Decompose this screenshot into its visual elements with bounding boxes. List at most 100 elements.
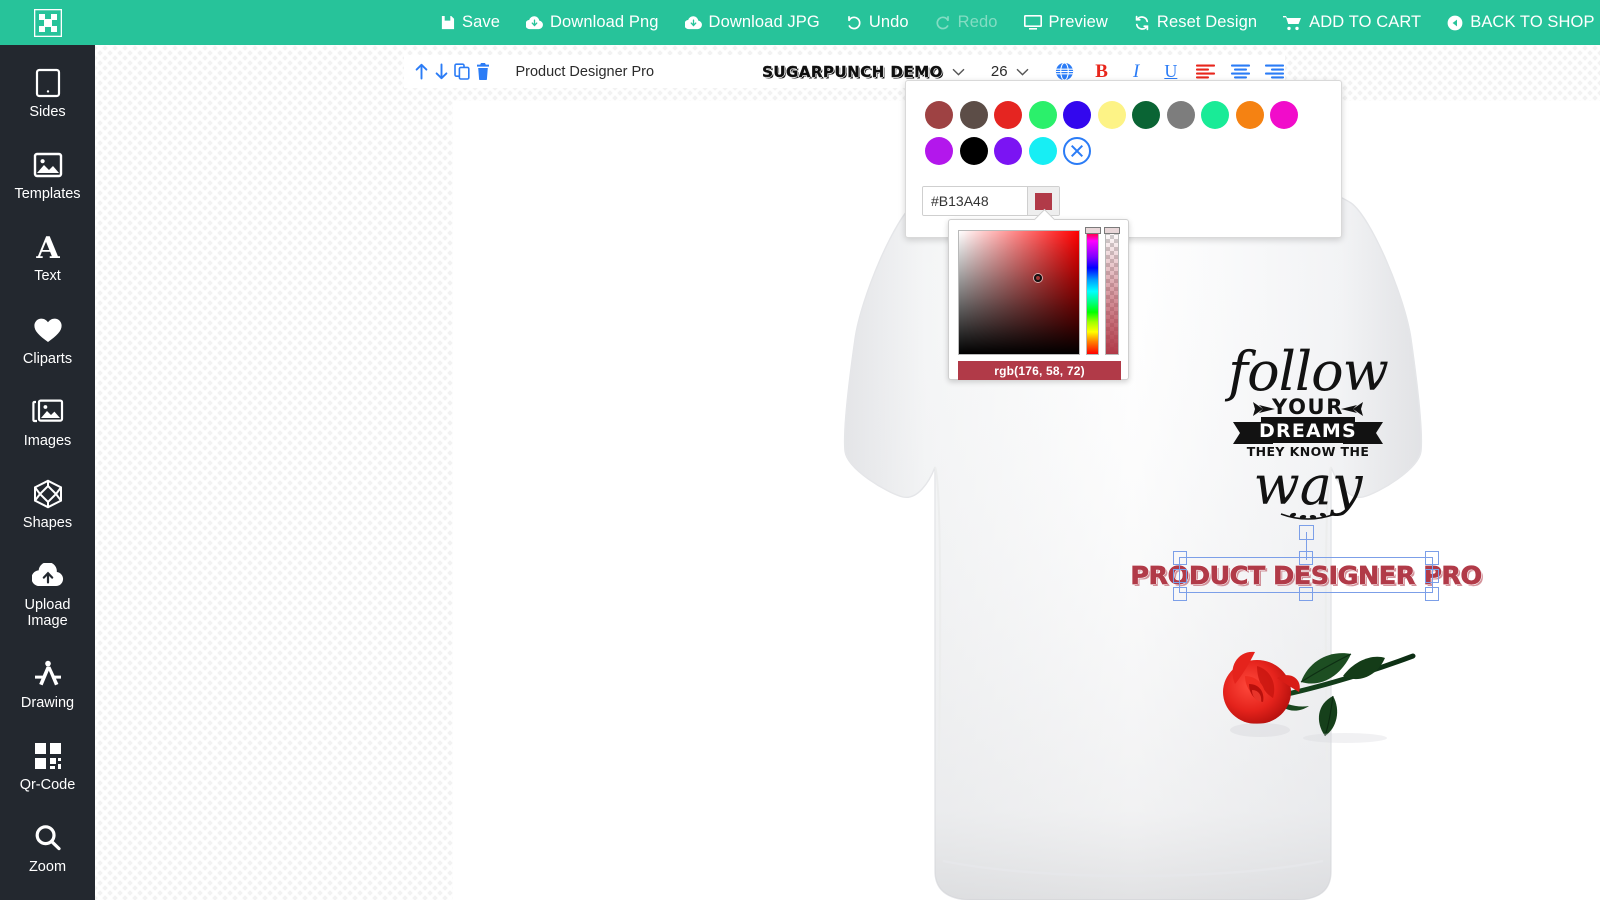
app-logo[interactable] bbox=[0, 0, 95, 45]
color-picker-panel[interactable] bbox=[905, 80, 1342, 238]
resize-handle-tl[interactable] bbox=[1173, 551, 1187, 565]
color-swatch[interactable] bbox=[1166, 101, 1195, 129]
sidebar-item-sides[interactable]: Sides bbox=[0, 57, 95, 129]
save-icon bbox=[440, 15, 455, 30]
resize-handle-tc[interactable] bbox=[1299, 551, 1313, 565]
font-size-select[interactable]: 26 bbox=[991, 63, 1029, 80]
swatch-cell bbox=[1198, 97, 1233, 133]
resize-handle-bc[interactable] bbox=[1299, 587, 1313, 601]
no-color-swatch[interactable] bbox=[1063, 137, 1092, 165]
sidebar-item-label: Images bbox=[23, 432, 72, 449]
svg-text:DREAMS: DREAMS bbox=[1259, 420, 1357, 442]
color-preview-swatch bbox=[1035, 192, 1052, 210]
save-button[interactable]: Save bbox=[440, 13, 500, 32]
qr-code-icon bbox=[34, 739, 62, 773]
text-content-input[interactable]: Product Designer Pro bbox=[515, 64, 654, 80]
download-png-button[interactable]: Download Png bbox=[526, 13, 659, 32]
top-toolbar: Save Download Png Download JPG Undo Redo… bbox=[0, 0, 1600, 45]
color-swatch[interactable] bbox=[1097, 101, 1126, 129]
chevron-down-icon bbox=[952, 65, 965, 78]
color-swatch[interactable] bbox=[1063, 101, 1092, 129]
sidebar-item-text[interactable]: A Text bbox=[0, 221, 95, 293]
copy-icon bbox=[454, 63, 471, 80]
align-left-icon bbox=[1195, 64, 1215, 79]
font-family-select[interactable]: SUGARPUNCH DEMO bbox=[762, 62, 965, 81]
layer-down-button[interactable] bbox=[432, 55, 453, 88]
picture-icon bbox=[33, 148, 63, 182]
spectrum-color-picker[interactable]: rgb(176, 58, 72) bbox=[948, 219, 1129, 380]
sidebar-item-qr-code[interactable]: Qr-Code bbox=[0, 730, 95, 802]
arrow-up-icon bbox=[414, 63, 429, 80]
alpha-slider[interactable] bbox=[1104, 227, 1121, 355]
saturation-value-area[interactable] bbox=[958, 230, 1080, 355]
color-swatch[interactable] bbox=[1028, 137, 1057, 165]
design-stage[interactable]: L follow YOUR DREAMS bbox=[95, 45, 1600, 900]
preview-button[interactable]: Preview bbox=[1023, 13, 1108, 32]
rgb-readout: rgb(176, 58, 72) bbox=[958, 361, 1121, 380]
resize-handle-ml[interactable] bbox=[1173, 569, 1187, 583]
download-jpg-label: Download JPG bbox=[708, 13, 820, 31]
svg-text:follow: follow bbox=[1224, 340, 1389, 403]
color-swatch[interactable] bbox=[1028, 101, 1057, 129]
trash-icon bbox=[476, 63, 490, 80]
undo-label: Undo bbox=[868, 13, 909, 31]
delete-button[interactable] bbox=[473, 55, 494, 88]
alpha-slider-thumb[interactable] bbox=[1104, 227, 1121, 234]
redo-button[interactable]: Redo bbox=[935, 13, 998, 32]
sidebar-item-label: Shapes bbox=[22, 515, 73, 532]
sidebar-item-upload-image[interactable]: Upload Image bbox=[0, 550, 95, 637]
color-swatch-grid bbox=[922, 97, 1327, 169]
color-swatch[interactable] bbox=[925, 137, 954, 165]
resize-handle-tr[interactable] bbox=[1425, 551, 1439, 565]
download-icon bbox=[684, 15, 702, 30]
font-family-value: SUGARPUNCH DEMO bbox=[762, 62, 943, 81]
tablet-icon bbox=[35, 66, 61, 100]
resize-handle-br[interactable] bbox=[1425, 587, 1439, 601]
sidebar-item-label: Templates bbox=[14, 186, 81, 203]
sidebar-item-cliparts[interactable]: Cliparts bbox=[0, 304, 95, 376]
color-swatch[interactable] bbox=[959, 137, 988, 165]
align-center-icon bbox=[1230, 64, 1250, 79]
heart-icon bbox=[33, 313, 63, 347]
save-label: Save bbox=[462, 13, 501, 31]
add-to-cart-button[interactable]: ADD TO CART bbox=[1283, 13, 1421, 32]
download-jpg-button[interactable]: Download JPG bbox=[684, 13, 820, 32]
color-swatch[interactable] bbox=[925, 101, 954, 129]
color-swatch[interactable] bbox=[959, 101, 988, 129]
arrow-down-icon bbox=[434, 63, 449, 80]
red-rose-clipart[interactable] bbox=[1205, 626, 1420, 746]
color-swatch[interactable] bbox=[1201, 101, 1230, 129]
svg-text:way: way bbox=[1254, 454, 1364, 517]
color-swatch[interactable] bbox=[1270, 101, 1299, 129]
sidebar-item-label: Sides bbox=[29, 104, 66, 120]
underline-label: U bbox=[1164, 61, 1178, 81]
color-swatch[interactable] bbox=[994, 101, 1023, 129]
sidebar-item-zoom[interactable]: Zoom bbox=[0, 812, 95, 884]
resize-handle-bl[interactable] bbox=[1173, 587, 1187, 601]
color-swatch[interactable] bbox=[1235, 101, 1264, 129]
globe-color-icon bbox=[1055, 62, 1074, 81]
undo-button[interactable]: Undo bbox=[846, 13, 909, 32]
color-swatch[interactable] bbox=[994, 137, 1023, 165]
swatch-cell bbox=[957, 133, 992, 169]
back-to-shop-button[interactable]: BACK TO SHOP bbox=[1447, 13, 1595, 32]
reset-design-label: Reset Design bbox=[1156, 13, 1258, 31]
layer-up-button[interactable] bbox=[411, 55, 432, 88]
sidebar-item-shapes[interactable]: Shapes bbox=[0, 468, 95, 540]
follow-your-dreams-design[interactable]: follow YOUR DREAMS THEY KNOW THE way bbox=[1223, 336, 1393, 521]
sidebar-item-images[interactable]: Images bbox=[0, 386, 95, 458]
reset-design-button[interactable]: Reset Design bbox=[1134, 13, 1257, 32]
hue-slider[interactable] bbox=[1084, 227, 1101, 355]
rotate-handle[interactable] bbox=[1299, 525, 1314, 540]
color-swatch[interactable] bbox=[1132, 101, 1161, 129]
selected-text-object[interactable]: PRODUCT DESIGNER PRO bbox=[1130, 525, 1483, 601]
hue-slider-thumb[interactable] bbox=[1084, 227, 1101, 234]
add-to-cart-label: ADD TO CART bbox=[1309, 13, 1422, 31]
resize-handle-mr[interactable] bbox=[1425, 569, 1439, 583]
saturation-value-cursor[interactable] bbox=[1034, 274, 1042, 282]
back-arrow-icon bbox=[1447, 15, 1463, 31]
duplicate-button[interactable] bbox=[452, 55, 473, 88]
sidebar-item-templates[interactable]: Templates bbox=[0, 139, 95, 211]
hex-color-input[interactable] bbox=[923, 187, 1027, 215]
sidebar-item-drawing[interactable]: Drawing bbox=[0, 648, 95, 720]
